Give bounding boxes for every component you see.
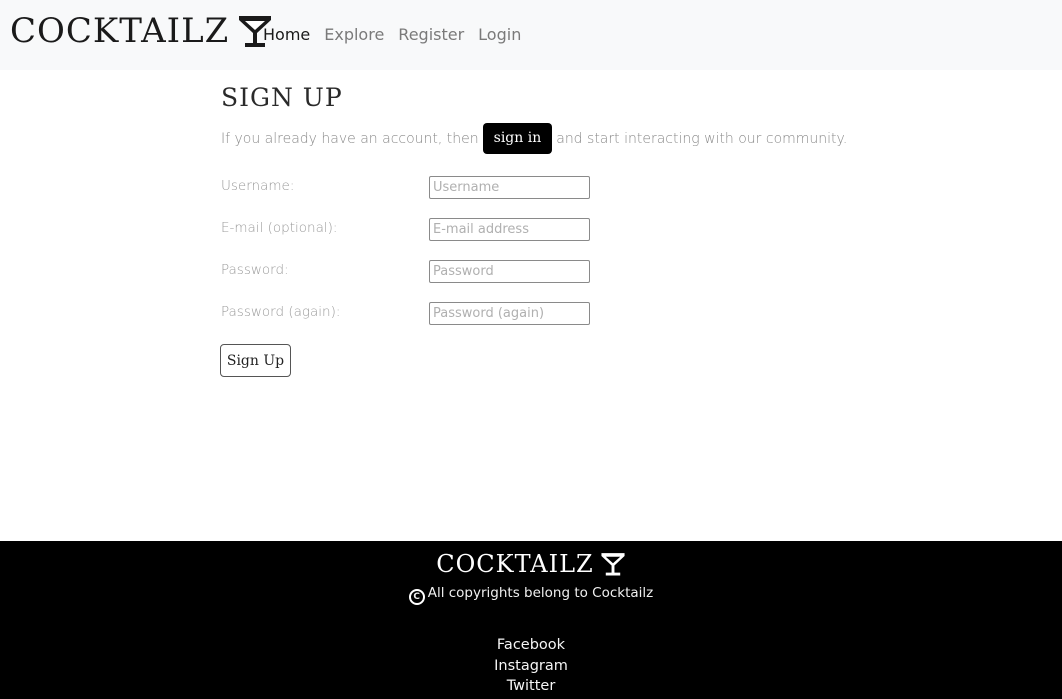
nav-links: Home Explore Register Login: [263, 24, 535, 46]
form-row-password-again: Password (again):: [221, 301, 621, 343]
lead-text-after: and start interacting with our community…: [556, 130, 848, 147]
twitter-link[interactable]: Twitter: [0, 676, 1062, 697]
signup-lead-text: If you already have an account, then sig…: [221, 123, 921, 154]
signup-form: Username: E-mail (optional): Password: P…: [220, 175, 621, 377]
password-again-input[interactable]: [429, 302, 590, 325]
form-row-email: E-mail (optional):: [221, 217, 621, 259]
instagram-link[interactable]: Instagram: [0, 656, 1062, 677]
copyright-text: C All copyrights belong to Cocktailz: [0, 585, 1062, 605]
cocktail-glass-icon: [601, 553, 625, 576]
email-input[interactable]: [429, 218, 590, 241]
email-label: E-mail (optional):: [221, 220, 338, 236]
nav-home-link[interactable]: Home: [263, 24, 310, 46]
form-row-username: Username:: [221, 175, 621, 217]
navbar: COCKTAILZ Home Explore Register Login: [0, 0, 1062, 70]
brand-name[interactable]: COCKTAILZ: [10, 10, 229, 52]
facebook-link[interactable]: Facebook: [0, 635, 1062, 656]
password-label: Password:: [221, 262, 289, 278]
sign-up-button[interactable]: Sign Up: [220, 344, 291, 377]
footer-brand: COCKTAILZ: [0, 549, 1062, 579]
footer-brand-name: COCKTAILZ: [436, 550, 594, 578]
nav-register-link[interactable]: Register: [398, 24, 464, 46]
copyright-icon: C: [408, 589, 425, 605]
nav-login-link[interactable]: Login: [478, 24, 521, 46]
social-links: Facebook Instagram Twitter: [0, 635, 1062, 697]
copyright-label: All copyrights belong to Cocktailz: [427, 585, 654, 601]
page-title: SIGN UP: [221, 83, 343, 112]
form-row-password: Password:: [221, 259, 621, 301]
username-label: Username:: [221, 178, 295, 194]
footer: COCKTAILZ C All copyrights belong to Cock…: [0, 541, 1062, 699]
brand-logo[interactable]: COCKTAILZ: [10, 10, 273, 52]
username-input[interactable]: [429, 176, 590, 199]
main-content: SIGN UP If you already have an account, …: [220, 82, 921, 377]
lead-text-before: If you already have an account, then: [221, 130, 479, 147]
password-input[interactable]: [429, 260, 590, 283]
sign-in-button[interactable]: sign in: [482, 123, 553, 154]
password-again-label: Password (again):: [221, 304, 341, 320]
nav-explore-link[interactable]: Explore: [324, 24, 384, 46]
